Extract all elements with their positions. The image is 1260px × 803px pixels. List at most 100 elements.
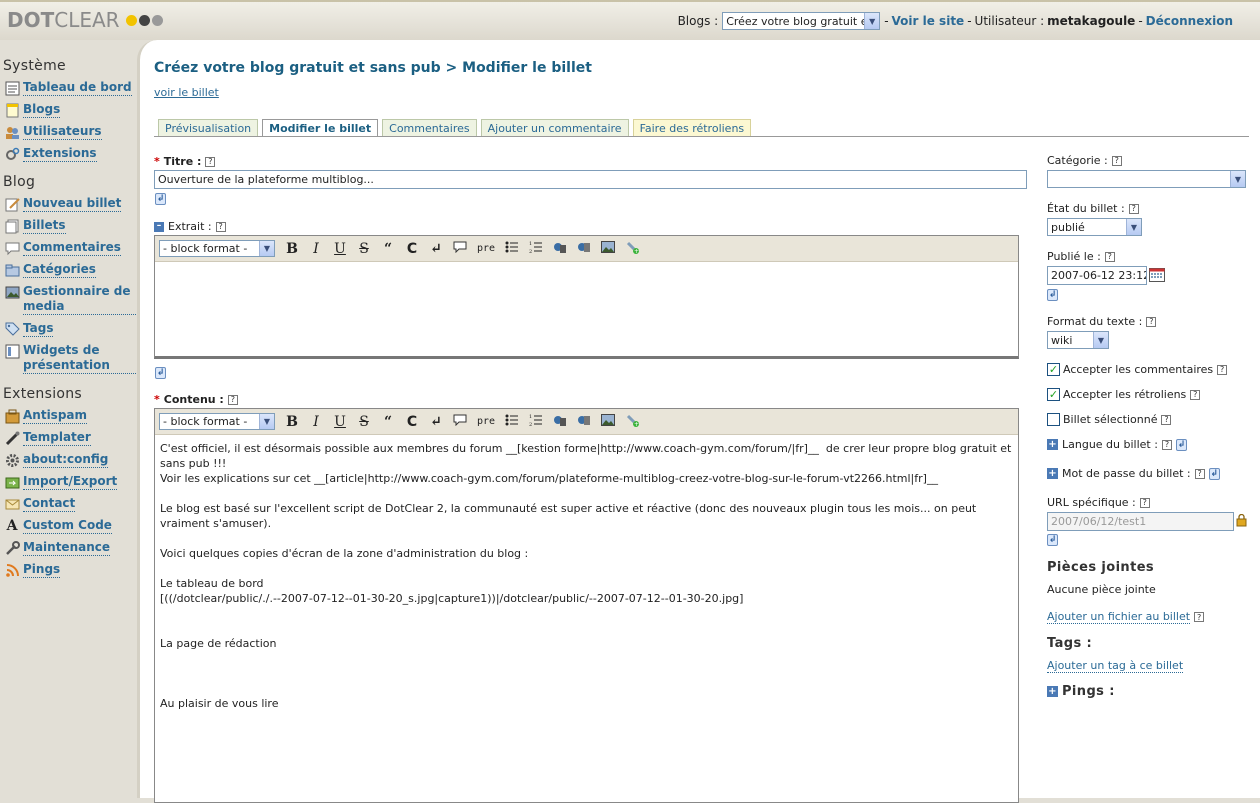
italic-button[interactable]: I [309,414,323,430]
sidebar-item-tags[interactable]: Tags [0,319,136,339]
pre-button[interactable]: pre [477,243,495,254]
password-toggle[interactable]: + Mot de passe du billet : ? ↲ [1047,467,1247,480]
sidebar-item-label[interactable]: Antispam [23,408,88,424]
sidebar-item-label[interactable]: Templater [23,430,91,446]
help-icon[interactable]: ? [1217,364,1228,375]
image-icon[interactable] [601,240,616,257]
return-icon[interactable]: ↲ [1208,467,1220,480]
code-button[interactable]: C [405,241,419,257]
sidebar-item-posts[interactable]: Billets [0,216,136,236]
return-icon[interactable]: ↲ [1175,438,1187,451]
sidebar-item-blogs[interactable]: Blogs [0,100,136,120]
sidebar-item-custom-code[interactable]: A Custom Code [0,516,136,536]
attach-icon[interactable]: + [625,413,639,431]
sidebar-item-categories[interactable]: Catégories [0,260,136,280]
sidebar-item-widgets[interactable]: Widgets de présentation [0,341,136,376]
return-icon[interactable]: ↲ [1047,289,1058,301]
italic-button[interactable]: I [309,241,323,257]
tab-add-comment[interactable]: Ajouter un commentaire [480,119,629,137]
dotclear-logo[interactable]: DOT CLEAR [7,8,163,32]
checkbox-checked-icon[interactable]: ✓ [1047,388,1060,401]
sidebar-item-label[interactable]: Maintenance [23,540,111,556]
help-icon[interactable]: ? [1161,439,1172,450]
sidebar-item-comments[interactable]: Commentaires [0,238,136,258]
bullet-list-icon[interactable] [505,413,519,431]
sidebar-item-import-export[interactable]: Import/Export [0,472,136,492]
help-icon[interactable]: ? [1161,414,1172,425]
calendar-icon[interactable] [1149,267,1165,285]
underline-button[interactable]: U [333,414,347,430]
sidebar-item-pings[interactable]: Pings [0,560,136,580]
sidebar-item-label[interactable]: Billets [23,218,66,234]
quote-button[interactable]: “ [381,241,395,257]
title-input[interactable]: Ouverture de la plateforme multiblog... [154,170,1027,189]
code-button[interactable]: C [405,414,419,430]
sidebar-item-label[interactable]: Widgets de présentation [23,343,136,374]
return-icon[interactable]: ↲ [155,367,166,379]
help-icon[interactable]: ? [1139,497,1150,508]
sidebar-item-extensions[interactable]: Extensions [0,144,136,164]
speech-bubble-icon[interactable] [453,241,467,257]
checkbox-empty-icon[interactable] [1047,413,1060,426]
add-file-link[interactable]: Ajouter un fichier au billet [1047,610,1191,624]
sidebar-item-label[interactable]: about:config [23,452,109,468]
sidebar-item-templater[interactable]: Templater [0,428,136,448]
help-icon[interactable]: ? [1194,468,1205,479]
line-break-button[interactable]: ↵ [429,241,443,257]
sidebar-item-label[interactable]: Gestionnaire de media [23,284,136,315]
sidebar-item-label[interactable]: Import/Export [23,474,118,490]
numbered-list-icon[interactable]: 12 [529,413,543,431]
link-icon[interactable] [553,413,567,431]
sidebar-item-dashboard[interactable]: Tableau de bord [0,78,136,98]
help-icon[interactable]: ? [1111,155,1122,166]
link-icon[interactable] [553,240,567,258]
sidebar-item-label[interactable]: Commentaires [23,240,121,256]
help-icon[interactable]: ? [215,221,226,232]
sidebar-item-maintenance[interactable]: Maintenance [0,538,136,558]
sidebar-item-label[interactable]: Pings [23,562,61,578]
sidebar-item-label[interactable]: Utilisateurs [23,124,102,140]
sidebar-item-media[interactable]: Gestionnaire de media [0,282,136,317]
sidebar-item-new-post[interactable]: Nouveau billet [0,194,136,214]
external-link-icon[interactable] [577,240,591,258]
sidebar-item-label[interactable]: Blogs [23,102,61,118]
url-input[interactable]: 2007/06/12/test1 [1047,512,1234,531]
sidebar-item-label[interactable]: Catégories [23,262,96,278]
help-icon[interactable]: ? [1104,251,1115,262]
attach-icon[interactable]: + [625,240,639,258]
underline-button[interactable]: U [333,241,347,257]
speech-bubble-icon[interactable] [453,414,467,430]
sidebar-item-label[interactable]: Extensions [23,146,97,162]
image-icon[interactable] [601,413,616,430]
sidebar-item-label[interactable]: Nouveau billet [23,196,122,212]
tab-edit-post[interactable]: Modifier le billet [262,119,379,137]
tab-preview[interactable]: Prévisualisation [158,119,259,137]
expand-icon[interactable]: + [1047,468,1058,479]
view-site-link[interactable]: Voir le site [892,14,965,28]
published-date-input[interactable]: 2007-06-12 23:12 [1047,266,1147,285]
sidebar-item-label[interactable]: Custom Code [23,518,112,534]
add-tag-link[interactable]: Ajouter un tag à ce billet [1047,659,1184,673]
pre-button[interactable]: pre [477,416,495,427]
help-icon[interactable]: ? [1146,316,1157,327]
help-icon[interactable]: ? [227,394,238,405]
quote-button[interactable]: “ [381,414,395,430]
sidebar-item-label[interactable]: Contact [23,496,76,512]
return-icon[interactable]: ↲ [1047,534,1058,546]
sidebar-item-label[interactable]: Tableau de bord [23,80,132,96]
external-link-icon[interactable] [577,413,591,431]
accept-trackbacks-checkbox[interactable]: ✓ Accepter les rétroliens ? [1047,388,1247,401]
sidebar-item-contact[interactable]: Contact [0,494,136,514]
pings-toggle[interactable]: + Pings : [1047,684,1247,699]
view-post-link[interactable]: voir le billet [154,86,219,99]
help-icon[interactable]: ? [1190,389,1201,400]
bullet-list-icon[interactable] [505,240,519,258]
bold-button[interactable]: B [285,241,299,257]
lock-icon[interactable] [1236,513,1247,530]
tab-comments[interactable]: Commentaires [382,119,477,137]
help-icon[interactable]: ? [1128,203,1139,214]
return-icon[interactable]: ↲ [155,193,166,205]
content-textarea[interactable]: C'est officiel, il est désormais possibl… [155,435,1018,717]
help-icon[interactable]: ? [1194,612,1205,622]
tab-trackbacks[interactable]: Faire des rétroliens [632,119,752,137]
